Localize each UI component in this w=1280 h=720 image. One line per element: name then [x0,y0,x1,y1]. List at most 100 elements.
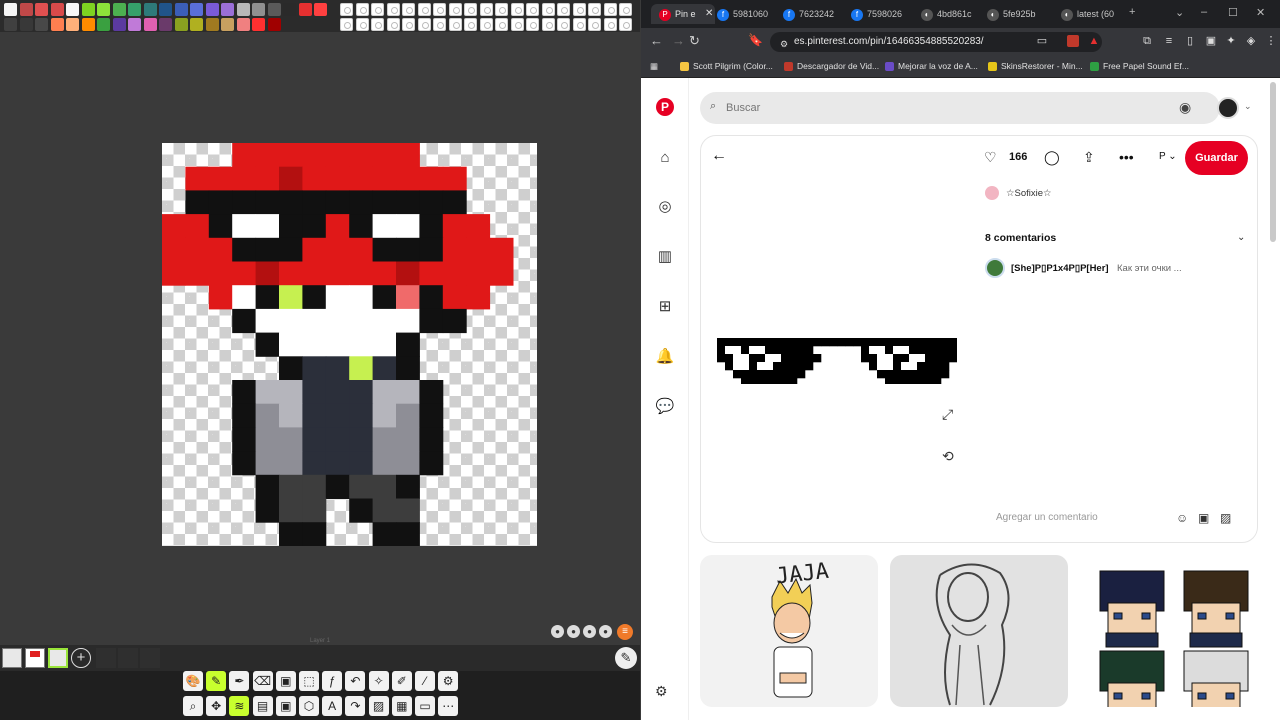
color-swatch[interactable] [97,3,110,16]
bookmark-item[interactable]: SkinsRestorer - Min... [988,59,1083,73]
empty-swatch[interactable] [526,18,539,31]
empty-swatch[interactable] [510,18,524,31]
color-swatch[interactable] [283,3,296,16]
empty-swatch[interactable] [572,18,586,31]
forward-icon[interactable]: → [672,33,685,48]
empty-swatch[interactable] [495,3,508,16]
browser-tab[interactable]: ◐ 5fe925b [987,4,1049,24]
comment-user[interactable]: [She]P▯P1x4P▯P[Her] [1011,263,1109,274]
minimize-icon[interactable]: – [1201,6,1207,18]
new-tab-icon[interactable]: + [1129,6,1135,18]
url-field[interactable]: es.pinterest.com/pin/16466354885520283/ [770,32,1102,52]
empty-swatch[interactable] [355,3,369,16]
color-swatch[interactable] [174,18,188,31]
image-icon[interactable]: ▨ [1220,511,1231,525]
tool-film-icon[interactable]: ▤ [252,696,273,716]
empty-swatch[interactable] [588,18,601,31]
close-tab-icon[interactable]: ✕ [705,4,713,24]
more-pin[interactable]: JAJA [700,555,878,707]
sidepanel-icon[interactable]: ▯ [1184,35,1196,47]
empty-swatch[interactable] [433,18,446,31]
view-icon[interactable]: ● [599,625,612,638]
tool-grid-icon[interactable]: ▦ [391,696,412,716]
empty-swatch[interactable] [588,3,601,16]
menu-icon[interactable]: ≡ [617,624,633,640]
color-swatch[interactable] [19,18,33,31]
empty-swatch[interactable] [371,3,384,16]
color-swatch[interactable] [81,18,95,31]
color-swatch[interactable] [4,18,17,31]
avatar[interactable] [1217,97,1239,119]
tool-shape-icon[interactable]: ⬡ [299,696,319,716]
view-icon[interactable]: ● [551,625,564,638]
color-swatch[interactable] [221,3,234,16]
maximize-icon[interactable]: ☐ [1228,6,1238,19]
empty-swatch[interactable] [603,18,617,31]
home-icon[interactable]: ⌂ [655,148,675,168]
empty-swatch[interactable] [510,3,524,16]
messages-icon[interactable]: 💬 [655,397,675,417]
color-swatch[interactable] [298,3,312,16]
empty-swatch[interactable] [619,3,632,16]
chevron-down-icon[interactable]: ⌄ [1237,232,1245,243]
empty-swatch[interactable] [340,18,353,31]
browser-tab[interactable]: P Pin e ✕ [651,4,715,24]
bookmark-item[interactable]: Mejorar la voz de A... [885,59,978,73]
create-icon[interactable]: ⊞ [655,297,675,317]
color-swatch[interactable] [66,3,79,16]
empty-swatch[interactable] [479,3,493,16]
tool-pen-icon[interactable]: ✒ [229,671,250,691]
empty-swatch[interactable] [402,3,415,16]
back-icon[interactable]: ← [650,33,663,48]
color-swatch[interactable] [35,18,48,31]
color-swatch[interactable] [252,18,265,31]
tool-text-icon[interactable]: A [322,696,343,716]
color-swatch[interactable] [81,3,95,16]
emoji-icon[interactable]: ☺ [1176,511,1188,525]
empty-swatch[interactable] [603,3,617,16]
empty-swatch[interactable] [541,18,555,31]
tool-undo-icon[interactable]: ↶ [345,671,366,691]
tool-palette-icon[interactable]: 🎨 [183,671,203,691]
tool-layers-icon[interactable]: ≋ [229,696,250,716]
empty-swatch[interactable] [479,18,493,31]
tool-zoom-icon[interactable]: ⌕ [183,696,203,716]
comment-icon[interactable]: ◯ [1044,149,1060,166]
more-icon[interactable]: ••• [1119,149,1134,165]
color-swatch[interactable] [143,3,157,16]
extension-icon[interactable] [1067,35,1079,47]
pin-image[interactable] [717,338,957,384]
empty-swatch[interactable] [371,18,384,31]
extensions-icon[interactable]: ⧉ [1141,35,1153,47]
empty-swatch[interactable] [402,18,415,31]
wallet-icon[interactable]: ▣ [1205,35,1217,47]
empty-swatch[interactable] [557,3,570,16]
wand-icon[interactable]: ✦ [1225,35,1237,47]
comments-title[interactable]: 8 comentarios [985,232,1056,244]
color-swatch[interactable] [190,18,203,31]
browser-tab[interactable]: f 5981060 [717,4,779,24]
share-icon[interactable]: ⇪ [1083,149,1095,166]
browser-tab[interactable]: f 7598026 [851,4,913,24]
empty-swatch[interactable] [340,3,353,16]
empty-swatch[interactable] [464,3,477,16]
sticker-icon[interactable]: ▣ [1198,511,1209,525]
reload-icon[interactable]: ↻ [689,33,700,49]
board-select[interactable]: P ⌄ [1159,151,1177,162]
tool-bucket-icon[interactable]: ▣ [275,671,296,691]
close-icon[interactable]: ✕ [1256,6,1265,19]
commenter-avatar[interactable] [985,258,1005,278]
color-swatch[interactable] [221,18,234,31]
color-swatch[interactable] [128,18,141,31]
expand-icon[interactable]: ⤢ [942,406,953,423]
bookmark-item[interactable]: Free Papel Sound Ef... [1090,59,1189,73]
back-arrow-icon[interactable]: ← [711,147,727,165]
color-swatch[interactable] [19,3,33,16]
heart-icon[interactable]: ♡ [984,149,997,166]
empty-swatch[interactable] [619,18,632,31]
tool-select-icon[interactable]: ⬚ [299,671,319,691]
tool-image-icon[interactable]: ▨ [368,696,389,716]
empty-swatch[interactable] [572,3,586,16]
color-swatch[interactable] [112,18,126,31]
color-swatch[interactable] [50,18,64,31]
